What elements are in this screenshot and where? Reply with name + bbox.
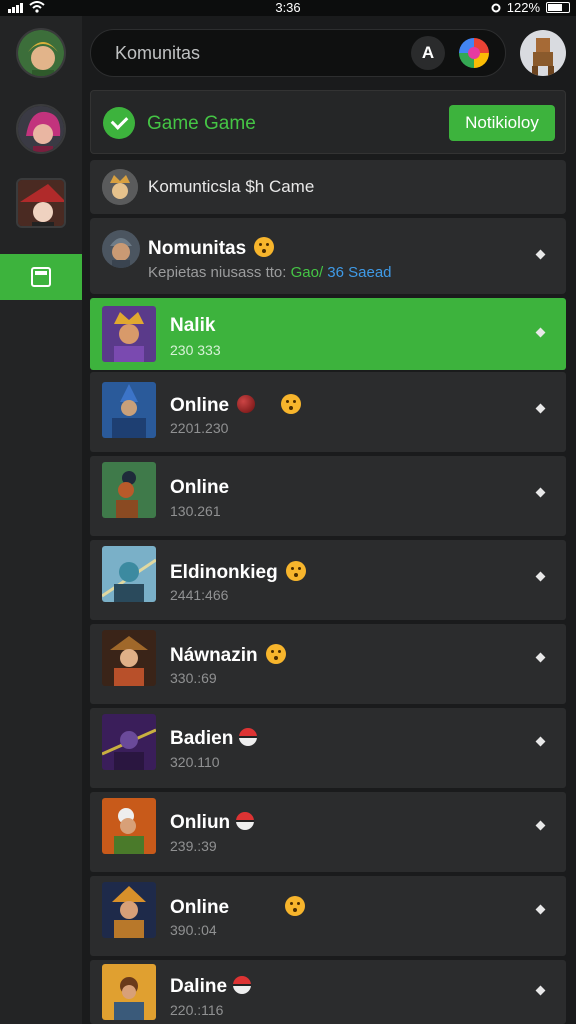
row-name: Online [170, 395, 230, 416]
assistant-button[interactable] [457, 36, 491, 70]
red-ball-icon [237, 395, 256, 413]
community-icon [102, 169, 138, 205]
row-title: Eldinonkieg [170, 561, 306, 584]
emoji-icon [285, 896, 306, 916]
ball-icon [239, 728, 258, 746]
search-input[interactable]: Komunitas [115, 43, 200, 64]
profile-avatar[interactable] [520, 30, 566, 76]
status-bar: 3:36 122% [0, 0, 576, 16]
status-time: 3:36 [275, 0, 301, 15]
battery-icon [546, 2, 570, 13]
more-icon[interactable] [535, 736, 546, 747]
more-icon[interactable] [535, 571, 546, 582]
community-header-title: Komunticsla $h Came [148, 177, 315, 196]
game-thumbnail [102, 714, 156, 770]
more-icon[interactable] [535, 487, 546, 498]
subtitle-prefix: Kepietas niusass tto: [148, 264, 287, 281]
row-name: Onliun [170, 812, 231, 833]
row-count: 130.261 [170, 503, 221, 519]
more-icon[interactable] [535, 820, 546, 831]
letter-a-icon: A [421, 43, 435, 62]
list-item[interactable]: Online 2201.230 [90, 372, 566, 452]
row-name: Daline [170, 976, 228, 997]
list-item[interactable]: Badien 320.110 [90, 708, 566, 788]
more-icon[interactable] [535, 403, 546, 414]
assistant-icon [459, 38, 489, 68]
list-item[interactable]: Náwnazin 330.:69 [90, 624, 566, 704]
row-name: Nalik [170, 315, 216, 336]
row-count: 320.110 [170, 754, 220, 770]
list-item[interactable]: Online 130.261 [90, 456, 566, 536]
row-title: Daline [170, 976, 252, 998]
row-name: Badien [170, 728, 234, 749]
community-info-title: Nomunitas [148, 237, 275, 260]
row-count: 230 333 [170, 342, 221, 358]
list-item[interactable]: Online 390.:04 [90, 876, 566, 956]
game-thumbnail [102, 964, 156, 1020]
row-count: 220.:116 [170, 1002, 224, 1018]
text-format-button[interactable]: A [411, 36, 445, 70]
list-item[interactable]: Daline 220.:116 [90, 960, 566, 1024]
location-icon [491, 3, 501, 12]
sidebar-avatar-witch[interactable] [16, 178, 66, 228]
row-name: Eldinonkieg [170, 562, 278, 583]
emoji-icon [265, 644, 286, 664]
game-thumbnail [102, 462, 156, 518]
row-count: 390.:04 [170, 922, 217, 938]
sidebar-active-tab[interactable] [0, 254, 82, 300]
row-title: Online [170, 394, 302, 417]
row-count: 239.:39 [170, 838, 217, 854]
game-title: Game Game [147, 113, 256, 134]
battery-percent: 122% [506, 0, 540, 15]
emoji-icon [285, 561, 306, 581]
emoji-icon [254, 237, 275, 257]
row-name: Online [170, 897, 230, 918]
community-header[interactable]: Komunticsla $h Came [90, 160, 566, 214]
subtitle-green: Gao/ [290, 264, 324, 281]
more-icon[interactable] [535, 327, 546, 338]
row-title: Online [170, 896, 306, 919]
avatar-image [18, 30, 64, 76]
row-title: Badien [170, 728, 258, 750]
row-title: Onliun [170, 812, 255, 834]
row-count: 2201.230 [170, 420, 229, 436]
game-thumbnail [102, 798, 156, 854]
more-icon[interactable] [535, 904, 546, 915]
game-thumbnail [102, 306, 156, 362]
community-info-title-text: Nomunitas [148, 238, 247, 259]
sidebar-avatar-heroine[interactable] [16, 104, 66, 154]
search-bar[interactable]: Komunitas A [90, 29, 506, 77]
calendar-icon [31, 267, 51, 287]
more-icon[interactable] [535, 985, 546, 996]
notification-button[interactable]: Notikioloy [449, 105, 555, 141]
row-count: 330.:69 [170, 670, 217, 686]
game-thumbnail [102, 382, 156, 438]
row-name: Náwnazin [170, 645, 258, 666]
game-thumbnail [102, 630, 156, 686]
game-thumbnail [102, 546, 156, 602]
sidebar-avatar-elf[interactable] [16, 28, 66, 78]
avatar-image [18, 180, 64, 226]
avatar-image [18, 106, 64, 152]
more-icon[interactable] [535, 249, 546, 260]
ball-icon [233, 976, 252, 994]
list-item[interactable]: Eldinonkieg 2441:466 [90, 540, 566, 620]
subtitle-blue: 36 Saead [327, 264, 392, 281]
row-title: Náwnazin [170, 644, 286, 667]
avatar-image [520, 30, 566, 76]
game-thumbnail [102, 882, 156, 938]
community-avatar [102, 230, 140, 268]
game-panel: Game Game Notikioloy [90, 90, 566, 154]
sidebar [0, 16, 82, 1024]
community-info[interactable]: Nomunitas Kepietas niusass tto: Gao/ 36 … [90, 218, 566, 294]
list-item[interactable]: Onliun 239.:39 [90, 792, 566, 872]
emoji-icon [281, 394, 302, 414]
ball-icon [236, 812, 255, 830]
list-item[interactable]: Nalik 230 333 [90, 298, 566, 370]
row-count: 2441:466 [170, 587, 229, 603]
community-info-subtitle: Kepietas niusass tto: Gao/ 36 Saead [148, 264, 392, 281]
check-icon [103, 107, 135, 139]
more-icon[interactable] [535, 652, 546, 663]
row-name: Online [170, 477, 230, 498]
